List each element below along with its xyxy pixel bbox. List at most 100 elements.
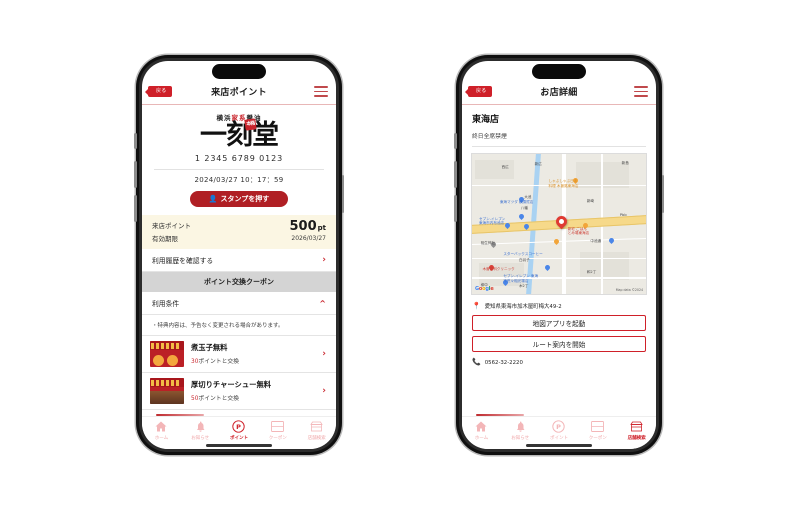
coupon-subtitle: 50ポイントと交換 <box>191 393 315 402</box>
list-item[interactable]: 厚切りチャーシュー無料 50ポイントと交換 › <box>142 373 336 411</box>
list-item[interactable]: 煮玉子無料 30ポイントと交換 › <box>142 336 336 374</box>
store-note: 終日全席禁煙 <box>472 134 507 140</box>
home-indicator <box>206 443 272 447</box>
tab-label: 店舗検索 <box>307 436 326 441</box>
egg-shape <box>153 355 164 367</box>
stamp-button[interactable]: 👤 スタンプを押す <box>190 191 288 208</box>
section-header-coupons: ポイント交換クーポン <box>142 272 336 293</box>
power-button[interactable] <box>341 175 344 213</box>
map-poi-label[interactable]: 白羽子 <box>519 258 530 262</box>
brand-logo: 横浜家系醤油 一刻堂 本格 1 2345 6789 0123 <box>142 105 336 163</box>
start-route-button[interactable]: ルート案内を開始 <box>472 336 646 352</box>
tab-coupon[interactable]: クーポン <box>578 420 617 441</box>
map-poi-pin[interactable] <box>517 213 526 221</box>
map-attribution: Map data ©2024 <box>615 288 643 292</box>
silence-switch[interactable] <box>454 133 457 149</box>
home-icon <box>475 420 487 433</box>
tab-home[interactable]: ホーム <box>462 420 501 441</box>
main-content-right: 東海店 終日全席禁煙 Google Map data ©2024 しゃぶしゃぶ日… <box>462 105 656 416</box>
tab-label: ホーム <box>154 436 169 441</box>
map-poi-label[interactable]: 新広 <box>535 162 542 166</box>
power-button[interactable] <box>661 175 664 213</box>
svg-text:P: P <box>237 423 242 431</box>
tab-coupon[interactable]: クーポン <box>258 420 297 441</box>
thumb-banner <box>150 378 184 388</box>
points-value: 500pt <box>290 220 327 233</box>
volume-up-button[interactable] <box>134 161 137 188</box>
silence-switch[interactable] <box>134 133 137 149</box>
phone-mockup-right: 戻る お店詳細 東海店 終日全席禁煙 Google Map data ©2024… <box>454 55 664 455</box>
tab-notifications[interactable]: お知らせ <box>181 420 220 441</box>
volume-down-button[interactable] <box>454 195 457 222</box>
map-poi-label[interactable]: 木曽歯科クリニック <box>482 267 514 271</box>
store-phone-row[interactable]: 📞 0562-32-2220 <box>462 352 656 366</box>
volume-up-button[interactable] <box>454 161 457 188</box>
tab-label: ホーム <box>474 436 489 441</box>
tab-home[interactable]: ホーム <box>142 420 181 441</box>
points-balance-panel: 来店ポイント 有効期限 500pt 2026/03/27 <box>142 215 336 250</box>
terms-notice-text: ・特典内容は、予告なく変更される場合があります。 <box>142 315 336 337</box>
coupon-points-suffix: ポイントと交換 <box>198 359 239 366</box>
page-title: 来店ポイント <box>211 88 267 98</box>
map-poi-pin[interactable] <box>552 238 560 246</box>
tab-points[interactable]: P ポイント <box>220 420 259 441</box>
home-icon <box>155 420 167 433</box>
phone-screen-right: 戻る お店詳細 東海店 終日全席禁煙 Google Map data ©2024… <box>462 61 656 449</box>
dynamic-island <box>212 64 266 79</box>
bottom-tab-bar-left: ホーム お知らせ P ポイント クーポン 店舗検索 <box>142 416 336 449</box>
map-poi-label[interactable]: 西広 <box>502 165 509 169</box>
coupon-points-suffix: ポイントと交換 <box>198 396 239 403</box>
map-road <box>472 257 646 260</box>
phone-mockup-left: 戻る 来店ポイント 横浜家系醤油 一刻堂 本格 1 <box>134 55 344 455</box>
map-poi-label[interactable]: 新島 <box>622 161 629 165</box>
map-poi-label[interactable]: 新宅 ごはん とみ場東海店 <box>568 227 590 236</box>
point-p-icon: P <box>552 420 566 433</box>
map-poi-label[interactable]: 大池 <box>524 195 531 199</box>
logo-wordmark: 一刻堂 本格 <box>200 118 279 150</box>
store-phone-number: 0562-32-2220 <box>484 359 523 366</box>
terms-label: 利用条件 <box>152 300 180 309</box>
map-poi-pin[interactable] <box>608 236 616 245</box>
map-poi-label[interactable]: セブン-イレブン 東海市内布池店 <box>479 217 505 226</box>
map-pin-icon: 📍 <box>472 301 481 310</box>
tab-label: クーポン <box>268 436 287 441</box>
map-poi-label[interactable]: スターバックスコーヒー <box>503 252 542 256</box>
map-poi-label[interactable]: 柳中 <box>481 283 488 287</box>
member-number: 1 2345 6789 0123 <box>194 154 284 164</box>
points-expiry-value: 2026/03/27 <box>291 235 326 243</box>
tab-points[interactable]: P ポイント <box>540 420 579 441</box>
point-p-icon: P <box>232 420 246 433</box>
store-address-row: 📍 愛知県東海市加木屋町梅大49-2 <box>462 295 656 310</box>
map-poi-label[interactable]: 新崎 <box>587 199 594 203</box>
open-map-app-button[interactable]: 地図アプリを起動 <box>472 315 646 331</box>
store-name: 東海店 <box>472 115 500 125</box>
history-link-row[interactable]: 利用履歴を確認する › <box>142 249 336 273</box>
store-map[interactable]: Google Map data ©2024 しゃぶしゃぶ日本 料理 木曽路東海店… <box>471 153 647 295</box>
map-poi-pin[interactable] <box>544 263 552 271</box>
terms-accordion-row[interactable]: 利用条件 ^ <box>142 292 336 316</box>
history-link-label: 利用履歴を確認する <box>152 257 214 266</box>
points-values: 500pt 2026/03/27 <box>290 220 327 242</box>
map-poi-label[interactable]: 東海マツダ 横須賀店 <box>500 200 534 204</box>
tab-notifications[interactable]: お知らせ <box>501 420 540 441</box>
chevron-right-icon: › <box>322 386 326 397</box>
stamp-icon: 👤 <box>208 195 218 204</box>
tab-store-search[interactable]: 店舗検索 <box>617 420 656 441</box>
ajitama-thumb <box>150 341 184 368</box>
map-poi-label[interactable]: 和2丁 <box>587 270 596 274</box>
map-poi-label[interactable]: 木2丁 <box>519 284 528 288</box>
map-poi-label[interactable]: Pbb <box>620 213 627 217</box>
map-poi-label[interactable]: しゃぶしゃぶ日本 料理 木曽路東海店 <box>549 179 579 188</box>
tab-store-search[interactable]: 店舗検索 <box>297 420 336 441</box>
bell-icon <box>515 420 526 433</box>
map-poi-label[interactable]: 相生神社 <box>481 241 495 245</box>
logo-seal-icon: 本格 <box>244 118 257 131</box>
map-poi-label[interactable]: セブン-イレブン 東海 市荒々稲光場店 <box>503 274 538 283</box>
dynamic-island <box>532 64 586 79</box>
map-poi-label[interactable]: 中池通 <box>590 239 601 243</box>
caret-up-icon: ^ <box>319 298 326 308</box>
chashu-thumb <box>150 378 184 405</box>
volume-down-button[interactable] <box>134 195 137 222</box>
map-poi-label[interactable]: 八幡 <box>521 206 528 210</box>
chevron-right-icon: › <box>322 349 326 360</box>
